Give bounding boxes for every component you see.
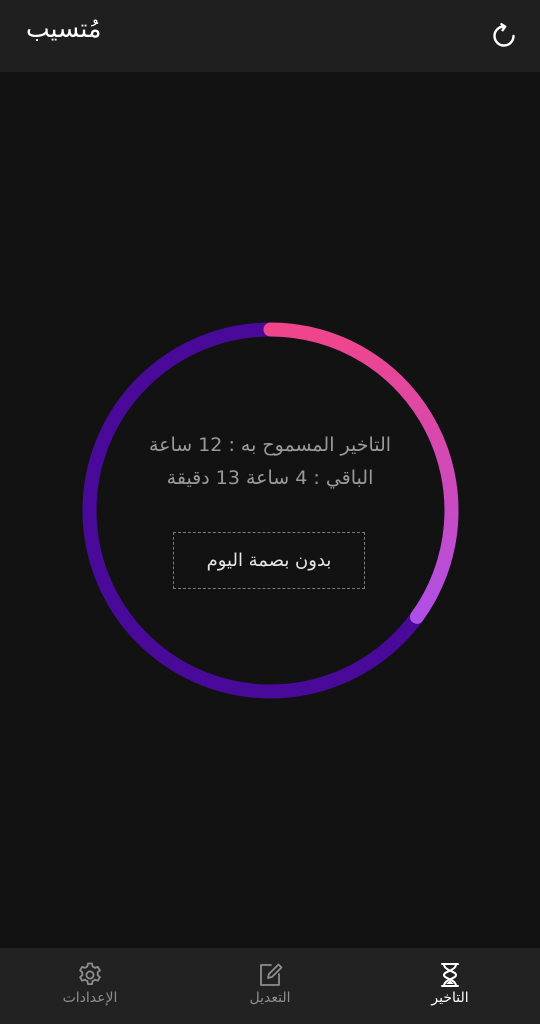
nav-item-delay[interactable]: التاخير <box>360 948 540 1024</box>
nav-label-settings: الإعدادات <box>62 990 118 1006</box>
nav-label-edit: التعديل <box>249 990 291 1006</box>
refresh-icon <box>493 23 515 47</box>
app-title: مُتسيب <box>26 14 102 43</box>
nav-item-edit[interactable]: التعديل <box>180 948 360 1024</box>
edit-icon <box>255 960 285 990</box>
progress-ring-svg <box>82 322 459 699</box>
allowed-delay-text: التاخير المسموح به : 12 ساعة <box>148 434 392 456</box>
progress-ring <box>80 320 461 701</box>
bottom-nav: الإعدادات التعديل التاخير <box>0 948 540 1024</box>
no-fingerprint-button[interactable]: بدون بصمة اليوم <box>173 532 365 589</box>
app-header: مُتسيب <box>0 0 540 72</box>
nav-label-delay: التاخير <box>431 990 469 1006</box>
refresh-button[interactable] <box>488 20 520 52</box>
remaining-time-text: الباقي : 4 ساعة 13 دقيقة <box>166 467 374 489</box>
hourglass-icon <box>435 960 465 990</box>
nav-item-settings[interactable]: الإعدادات <box>0 948 180 1024</box>
gear-icon <box>75 960 105 990</box>
